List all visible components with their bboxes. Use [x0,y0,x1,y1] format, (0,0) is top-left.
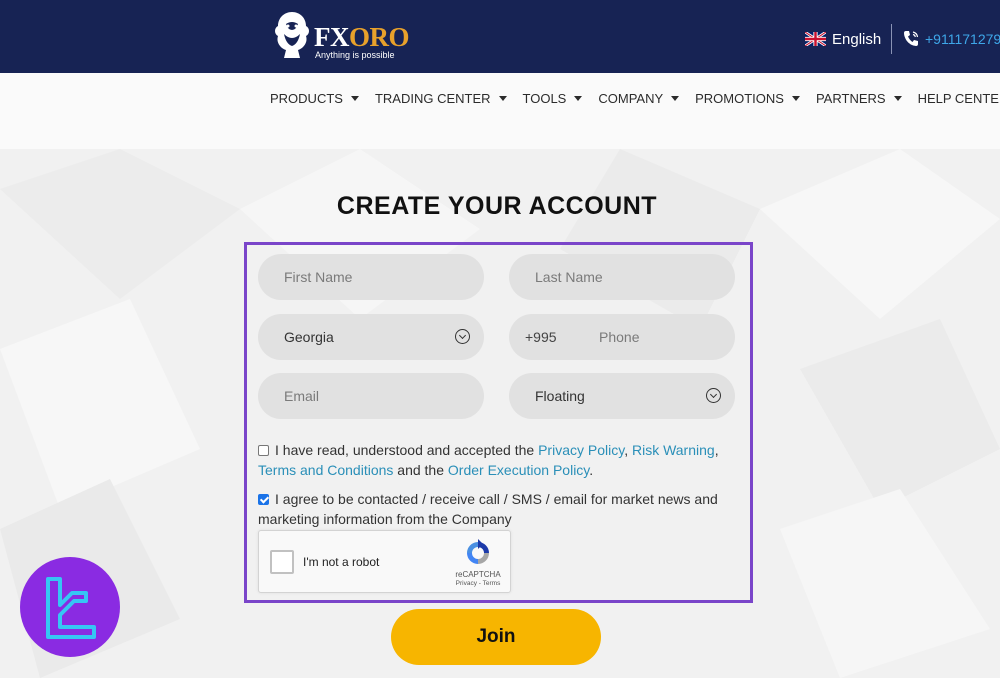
caret-down-icon [791,96,800,101]
first-name-input[interactable]: First Name [258,254,484,300]
nav-label: PRODUCTS [270,91,343,106]
caret-down-icon [498,96,507,101]
terms-consent: I have read, understood and accepted the… [258,440,728,480]
recaptcha-links[interactable]: Privacy - Terms [449,580,507,587]
caret-down-icon [671,96,680,101]
nav-item-tools[interactable]: TOOLS [523,91,583,106]
privacy-policy-link[interactable]: Privacy Policy [538,442,624,458]
recaptcha-widget: I'm not a robot reCAPTCHA Privacy - Term… [258,530,511,593]
caret-down-icon [893,96,902,101]
nav-item-products[interactable]: PRODUCTS [270,91,359,106]
phone-number: +9111712795 [925,31,1000,47]
account-type-select[interactable]: Floating [509,373,735,419]
caret-down-icon [350,96,359,101]
phone-input[interactable]: +995 Phone [509,314,735,360]
consent-text: I have read, understood and accepted the [275,442,539,458]
risk-warning-link[interactable]: Risk Warning [632,442,715,458]
join-button[interactable]: Join [391,609,601,665]
consent-text: I agree to be contacted / receive call /… [258,491,718,527]
recaptcha-checkbox[interactable] [270,550,294,574]
phone-country-code: +995 [525,329,557,345]
country-value: Georgia [284,329,334,345]
nav-item-trading-center[interactable]: TRADING CENTER [375,91,507,106]
tc-logo-icon [46,577,96,639]
recaptcha-label: I'm not a robot [303,555,380,569]
nav-item-partners[interactable]: PARTNERS [816,91,902,106]
phone-icon [904,31,919,46]
chevron-down-icon [455,329,470,344]
account-type-value: Floating [535,388,585,404]
caret-down-icon [574,96,583,101]
terms-checkbox[interactable] [258,445,269,456]
fxoro-logo[interactable]: FXORO Anything is possible [270,8,410,64]
page-title: CREATE YOUR ACCOUNT [336,192,658,220]
watermark-badge [20,557,120,657]
nav-label: PROMOTIONS [695,91,784,106]
nav-item-company[interactable]: COMPANY [598,91,680,106]
logo-tagline: Anything is possible [315,50,395,60]
nav-menu: PRODUCTS TRADING CENTER TOOLS COMPANY PR… [270,91,1000,106]
chevron-down-icon [706,388,721,403]
recaptcha-brand: reCAPTCHA [455,570,501,579]
marketing-consent: I agree to be contacted / receive call /… [258,489,728,529]
marketing-checkbox[interactable] [258,494,269,505]
last-name-input[interactable]: Last Name [509,254,735,300]
consent-text: and the [393,462,448,478]
language-selector[interactable]: English [805,30,881,48]
lion-logo-icon [275,12,309,58]
order-execution-policy-link[interactable]: Order Execution Policy [448,462,589,478]
consent-text: . [589,462,594,478]
consent-text: , [624,442,632,458]
terms-conditions-link[interactable]: Terms and Conditions [258,462,393,478]
top-bar: FXORO Anything is possible English +9111… [0,0,1000,73]
nav-item-promotions[interactable]: PROMOTIONS [695,91,800,106]
consent-text: , [714,442,719,458]
phone-placeholder: Phone [599,329,640,345]
nav-label: PARTNERS [815,91,886,106]
main-navigation: PRODUCTS TRADING CENTER TOOLS COMPANY PR… [0,73,1000,149]
phone-link[interactable]: +9111712795 [903,30,1000,48]
logo-wordmark: FXORO [314,22,410,52]
nav-label: HELP CENTER [917,91,1000,106]
nav-label: TOOLS [522,91,567,106]
nav-label: COMPANY [598,91,664,106]
language-label: English [832,30,882,48]
header-divider [891,24,892,54]
uk-flag-icon [805,32,826,46]
recaptcha-logo-icon [467,539,489,564]
nav-item-help-center[interactable]: HELP CENTER [918,91,1000,106]
country-select[interactable]: Georgia [258,314,484,360]
nav-label: TRADING CENTER [374,91,491,106]
email-input[interactable]: Email [258,373,484,419]
